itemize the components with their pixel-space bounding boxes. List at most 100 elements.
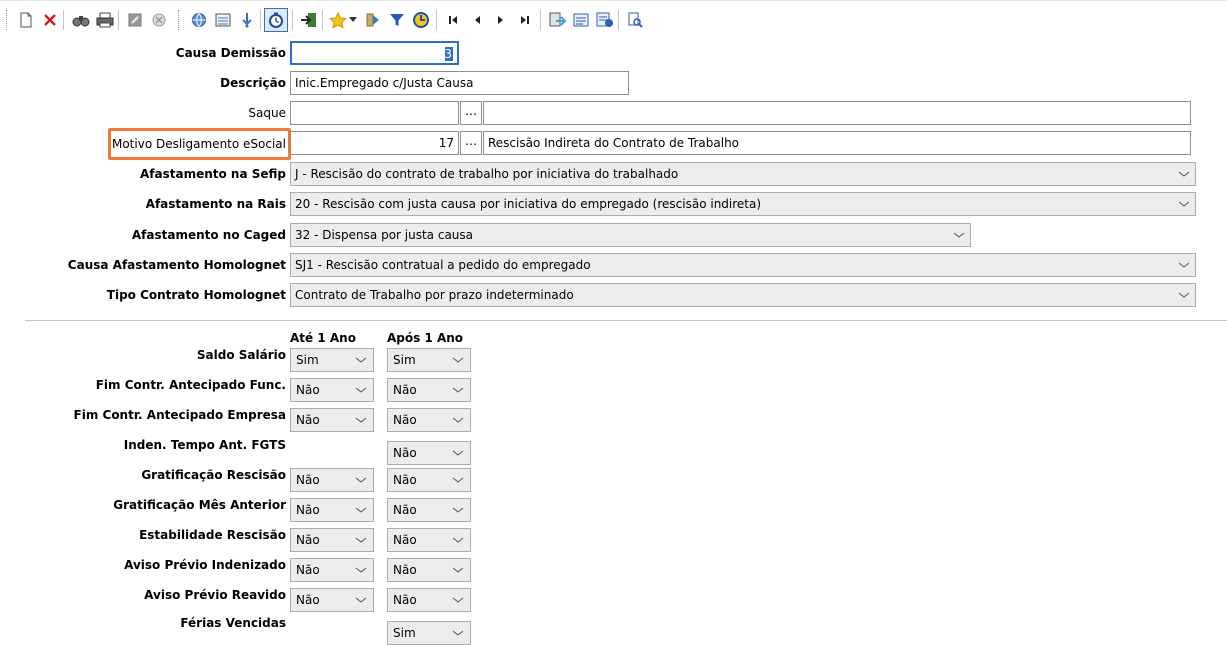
chevron-down-icon — [355, 507, 367, 513]
report-icon[interactable] — [570, 9, 592, 31]
tipo-contrato-select[interactable]: Contrato de Trabalho por prazo indetermi… — [290, 283, 1196, 307]
select-ate-1-ano[interactable]: Não — [290, 588, 374, 612]
afastamento-caged-select[interactable]: 32 - Dispensa por justa causa — [290, 223, 971, 247]
chevron-down-icon — [355, 387, 367, 393]
chevron-down-icon — [1178, 292, 1190, 298]
grid-row-label: Gratificação Rescisão — [141, 468, 286, 482]
select-apos-1-ano[interactable]: Não — [387, 558, 471, 582]
motivo-esocial-lookup-button[interactable]: … — [460, 131, 482, 155]
select-ate-1-ano[interactable]: Não — [290, 408, 374, 432]
grid-row-label: Saldo Salário — [196, 348, 286, 362]
grid-row-label: Gratificação Mês Anterior — [113, 498, 286, 512]
saque-label: Saque — [248, 106, 286, 120]
select-apos-1-ano[interactable]: Não — [387, 498, 471, 522]
select-apos-1-ano[interactable]: Não — [387, 441, 471, 465]
select-ate-1-ano[interactable]: Não — [290, 558, 374, 582]
chevron-down-icon — [452, 567, 464, 573]
import-icon[interactable] — [546, 9, 568, 31]
exit-icon[interactable] — [298, 9, 320, 31]
select-apos-1-ano[interactable]: Sim — [387, 348, 471, 372]
toolbar — [0, 0, 1227, 36]
find-icon[interactable] — [70, 9, 92, 31]
dropdown-arrow-icon[interactable] — [346, 9, 360, 31]
saque-code-field[interactable] — [290, 101, 459, 125]
chevron-down-icon — [355, 567, 367, 573]
next-record-icon[interactable] — [490, 9, 512, 31]
export-icon[interactable] — [594, 9, 616, 31]
descricao-label: Descrição — [220, 76, 286, 90]
grid-row-label: Férias Vencidas — [180, 616, 286, 630]
afastamento-rais-select[interactable]: 20 - Rescisão com justa causa por inicia… — [290, 192, 1196, 216]
select-apos-1-ano[interactable]: Não — [387, 378, 471, 402]
chevron-down-icon — [355, 417, 367, 423]
causa-demissao-label: Causa Demissão — [175, 46, 286, 60]
motivo-esocial-label: Motivo Desligamento eSocial — [111, 137, 286, 151]
new-document-icon[interactable] — [15, 9, 37, 31]
forward-icon[interactable] — [362, 9, 384, 31]
chevron-down-icon — [452, 597, 464, 603]
causa-homolognet-select[interactable]: SJ1 - Rescisão contratual a pedido do em… — [290, 253, 1196, 277]
afastamento-caged-label: Afastamento no Caged — [131, 228, 286, 242]
chevron-down-icon — [355, 357, 367, 363]
col-header-ate-1-ano: Até 1 Ano — [290, 331, 356, 345]
chevron-down-icon — [1178, 262, 1190, 268]
afastamento-sefip-label: Afastamento na Sefip — [139, 167, 286, 181]
select-ate-1-ano[interactable]: Não — [290, 378, 374, 402]
saque-description-field — [483, 101, 1191, 125]
delete-icon[interactable] — [39, 9, 61, 31]
select-apos-1-ano[interactable]: Não — [387, 528, 471, 552]
causa-homolognet-label: Causa Afastamento Homolognet — [67, 258, 286, 272]
select-apos-1-ano[interactable]: Sim — [387, 621, 471, 645]
toolbar-grip-2[interactable] — [178, 10, 181, 30]
first-record-icon[interactable] — [442, 9, 464, 31]
motivo-esocial-description-field: Rescisão Indireta do Contrato de Trabalh… — [483, 131, 1191, 155]
chevron-down-icon — [355, 597, 367, 603]
edit-icon[interactable] — [124, 9, 146, 31]
last-record-icon[interactable] — [514, 9, 536, 31]
refresh-icon[interactable] — [410, 9, 432, 31]
chevron-down-icon — [355, 537, 367, 543]
info-icon[interactable] — [236, 9, 258, 31]
chevron-down-icon — [452, 537, 464, 543]
toolbar-grip[interactable] — [6, 10, 9, 30]
chevron-down-icon — [355, 477, 367, 483]
globe-icon[interactable] — [188, 9, 210, 31]
chevron-down-icon — [452, 507, 464, 513]
descricao-field[interactable]: Inic.Empregado c/Justa Causa — [290, 71, 629, 95]
select-ate-1-ano[interactable]: Não — [290, 528, 374, 552]
chevron-down-icon — [452, 477, 464, 483]
chevron-down-icon — [953, 232, 965, 238]
select-apos-1-ano[interactable]: Não — [387, 588, 471, 612]
grid-row-label: Estabilidade Rescisão — [139, 528, 286, 542]
grid-row-label: Aviso Prévio Reavido — [144, 588, 286, 602]
chevron-down-icon — [452, 357, 464, 363]
select-apos-1-ano[interactable]: Não — [387, 408, 471, 432]
print-icon[interactable] — [94, 9, 116, 31]
saque-lookup-button[interactable]: … — [460, 101, 482, 125]
chevron-down-icon — [1178, 171, 1190, 177]
chevron-down-icon — [452, 387, 464, 393]
afastamento-sefip-select[interactable]: J - Rescisão do contrato de trabalho por… — [290, 162, 1196, 186]
previous-record-icon[interactable] — [466, 9, 488, 31]
motivo-esocial-code-field[interactable]: 17 — [290, 131, 459, 155]
cancel-icon[interactable] — [148, 9, 170, 31]
grid-row-label: Fim Contr. Antecipado Empresa — [73, 408, 286, 422]
select-ate-1-ano[interactable]: Não — [290, 468, 374, 492]
timer-icon[interactable] — [264, 8, 288, 32]
select-apos-1-ano[interactable]: Não — [387, 468, 471, 492]
list-icon[interactable] — [212, 9, 234, 31]
select-ate-1-ano[interactable]: Não — [290, 498, 374, 522]
chevron-down-icon — [452, 450, 464, 456]
chevron-down-icon — [452, 417, 464, 423]
causa-demissao-field[interactable]: 3 — [290, 41, 459, 65]
afastamento-rais-label: Afastamento na Rais — [145, 197, 286, 211]
section-divider — [25, 320, 1227, 321]
select-ate-1-ano[interactable]: Sim — [290, 348, 374, 372]
filter-icon[interactable] — [386, 9, 408, 31]
grid-row-label: Aviso Prévio Indenizado — [124, 558, 286, 572]
col-header-apos-1-ano: Após 1 Ano — [387, 331, 464, 345]
preview-icon[interactable] — [624, 9, 646, 31]
chevron-down-icon — [452, 630, 464, 636]
chevron-down-icon — [1178, 201, 1190, 207]
grid-row-label: Fim Contr. Antecipado Func. — [95, 378, 286, 392]
